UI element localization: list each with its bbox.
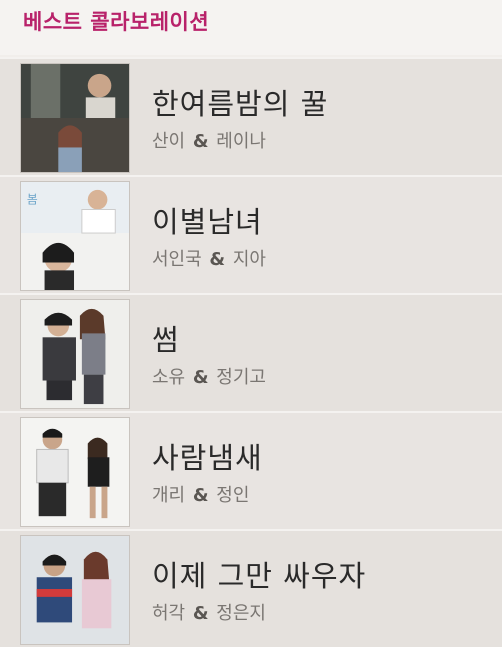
artist-names: 개리 & 정인	[152, 481, 249, 507]
page-title: 베스트 콜라보레이션	[23, 10, 210, 34]
list-item[interactable]: 썸 소유 & 정기고	[0, 293, 502, 411]
list-item[interactable]: 이제 그만 싸우자 허각 & 정은지	[0, 529, 502, 647]
artist-b: 지아	[232, 249, 266, 270]
artist-separator: &	[192, 131, 209, 152]
album-art-photo-icon	[21, 300, 129, 408]
artist-separator: &	[192, 485, 209, 506]
artist-names: 산이 & 레이나	[152, 127, 266, 153]
artist-separator: &	[192, 367, 209, 388]
list-item[interactable]: 사람냄새 개리 & 정인	[0, 411, 502, 529]
album-thumbnail[interactable]	[20, 417, 130, 527]
artist-a: 소유	[152, 367, 186, 388]
svg-text:봄: 봄	[27, 193, 38, 207]
header: 베스트 콜라보레이션	[0, 0, 502, 55]
artist-a: 산이	[152, 131, 186, 152]
album-art-photo-icon	[21, 64, 129, 172]
artist-a: 개리	[152, 485, 186, 506]
album-thumbnail[interactable]	[20, 299, 130, 409]
artist-names: 서인국 & 지아	[152, 245, 266, 271]
artist-names: 허각 & 정은지	[152, 599, 266, 625]
artist-separator: &	[209, 249, 226, 270]
song-title: 이별남녀	[152, 205, 263, 239]
artist-b: 레이나	[216, 131, 266, 152]
artist-a: 서인국	[152, 249, 202, 270]
album-art-photo-icon	[21, 418, 129, 526]
album-art-photo-icon	[21, 536, 129, 644]
song-title: 이제 그만 싸우자	[152, 559, 367, 593]
list-item[interactable]: 봄 이별남녀 서인국 & 지아	[0, 175, 502, 293]
artist-b: 정인	[216, 485, 250, 506]
album-thumbnail[interactable]: 봄	[20, 181, 130, 291]
song-title: 한여름밤의 꿀	[152, 87, 329, 121]
artist-b: 정은지	[216, 603, 266, 624]
artist-names: 소유 & 정기고	[152, 363, 266, 389]
song-title: 사람냄새	[152, 441, 263, 475]
album-thumbnail[interactable]	[20, 63, 130, 173]
artist-separator: &	[192, 603, 209, 624]
list-item[interactable]: 한여름밤의 꿀 산이 & 레이나	[0, 57, 502, 175]
song-title: 썸	[152, 323, 180, 357]
album-thumbnail[interactable]	[20, 535, 130, 645]
artist-b: 정기고	[216, 367, 266, 388]
collaboration-list: 한여름밤의 꿀 산이 & 레이나 봄 이별남녀 서인국 & 지아 썸 소유 & …	[0, 55, 502, 647]
artist-a: 허각	[152, 603, 186, 624]
album-art-photo-icon: 봄	[21, 182, 129, 290]
